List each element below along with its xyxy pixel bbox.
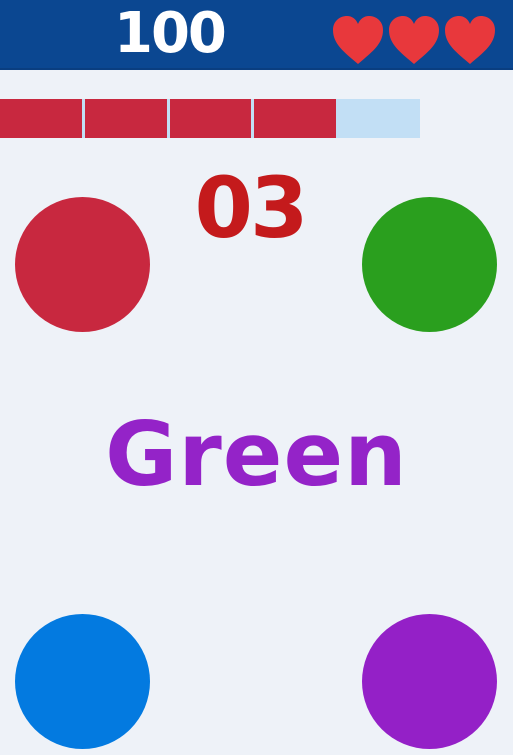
- purple-color-button[interactable]: [362, 614, 497, 749]
- timer-segment: [0, 99, 82, 138]
- score-value: 100: [114, 1, 227, 66]
- green-color-button[interactable]: [362, 197, 497, 332]
- color-word-prompt: Green: [105, 403, 408, 506]
- timer-segment: [85, 99, 167, 138]
- timer-segment: [170, 99, 251, 138]
- timer-bar: [0, 99, 420, 138]
- lives-display: [330, 14, 498, 66]
- top-bar: 100: [0, 0, 513, 70]
- heart-icon: [389, 16, 439, 64]
- blue-color-button[interactable]: [15, 614, 150, 749]
- countdown-number: 03: [194, 159, 309, 257]
- heart-icon: [333, 16, 383, 64]
- red-color-button[interactable]: [15, 197, 150, 332]
- timer-segment: [254, 99, 336, 138]
- heart-icon: [445, 16, 495, 64]
